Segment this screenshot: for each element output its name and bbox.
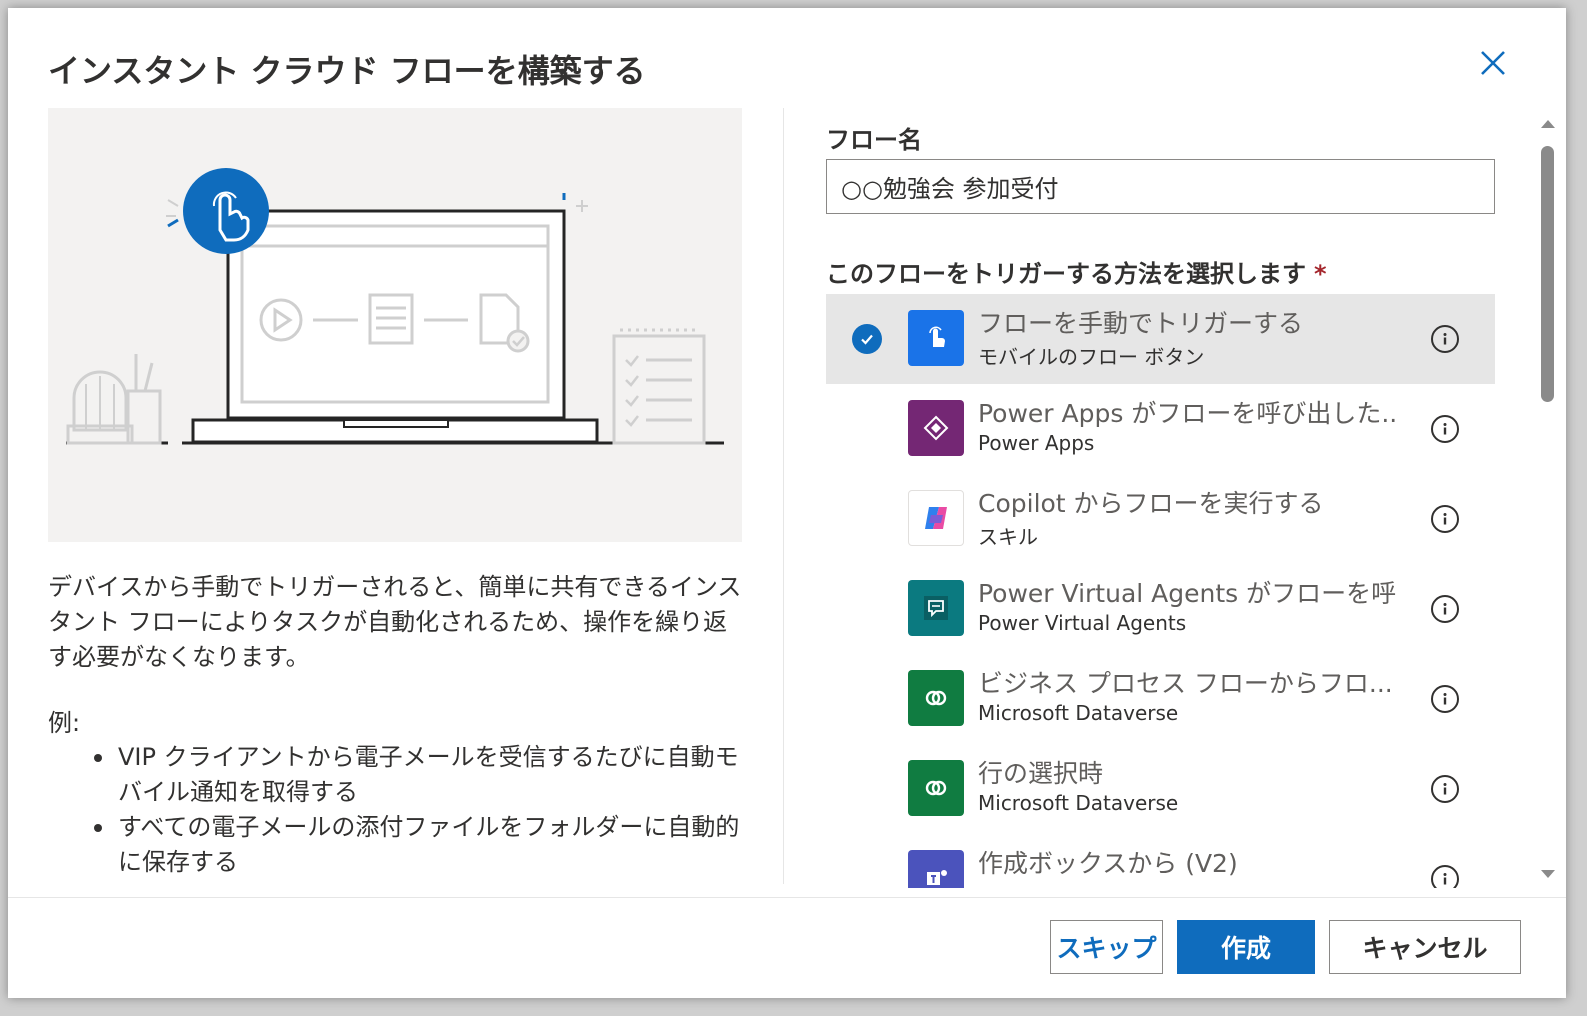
right-panel: フロー名 このフローをトリガーする方法を選択します * フローを手動でトリガーする… xyxy=(826,108,1516,888)
copilot-icon xyxy=(908,490,964,546)
flow-name-input[interactable] xyxy=(826,159,1495,214)
trigger-label-text: このフローをトリガーする方法を選択します xyxy=(826,260,1306,288)
info-icon[interactable] xyxy=(1431,775,1459,803)
dialog-title: インスタント クラウド フローを構築する xyxy=(48,52,646,90)
close-button[interactable] xyxy=(1476,46,1510,80)
example-list: VIP クライアントから電子メールを受信するたびに自動モバイル通知を取得する す… xyxy=(48,740,742,880)
info-icon[interactable] xyxy=(1431,595,1459,623)
power-apps-icon xyxy=(908,400,964,456)
trigger-label: このフローをトリガーする方法を選択します * xyxy=(826,254,1327,289)
scroll-down-arrow-icon[interactable] xyxy=(1538,866,1558,882)
list-item: すべての電子メールの添付ファイルをフォルダーに自動的に保存する xyxy=(94,810,742,880)
scrollbar-thumb[interactable] xyxy=(1541,146,1554,402)
flow-name-label: フロー名 xyxy=(826,126,922,154)
trigger-option-row-selected[interactable]: 行の選択時 Microsoft Dataverse xyxy=(826,744,1495,834)
dataverse-icon xyxy=(908,670,964,726)
trigger-option-manual[interactable]: フローを手動でトリガーする モバイルのフロー ボタン xyxy=(826,294,1495,384)
trigger-option-power-virtual-agents[interactable]: Power Virtual Agents がフローを呼... Power Vir… xyxy=(826,564,1495,654)
trigger-subtitle: モバイルのフロー ボタン xyxy=(978,345,1205,369)
trigger-title: 作成ボックスから (V2) xyxy=(978,849,1238,878)
info-icon[interactable] xyxy=(1431,865,1459,888)
create-button[interactable]: 作成 xyxy=(1177,920,1315,974)
trigger-subtitle: Power Virtual Agents xyxy=(978,611,1187,635)
power-virtual-agents-icon xyxy=(908,580,964,636)
build-instant-flow-dialog: インスタント クラウド フローを構築する デバイスから手動でトリガーされると、簡… xyxy=(8,8,1566,998)
trigger-option-compose-box[interactable]: 作成ボックスから (V2) xyxy=(826,834,1495,888)
trigger-title: フローを手動でトリガーする xyxy=(978,309,1304,338)
info-icon[interactable] xyxy=(1431,325,1459,353)
dialog-description: デバイスから手動でトリガーされると、簡単に共有できるインスタント フローによりタ… xyxy=(48,573,742,671)
trigger-title: 行の選択時 xyxy=(978,759,1104,788)
dataverse-icon xyxy=(908,760,964,816)
trigger-title: Power Virtual Agents がフローを呼... xyxy=(978,579,1398,608)
list-item: VIP クライアントから電子メールを受信するたびに自動モバイル通知を取得する xyxy=(94,740,742,810)
checkmark-icon xyxy=(852,324,882,354)
cancel-button[interactable]: キャンセル xyxy=(1329,920,1521,974)
close-icon xyxy=(1481,51,1505,75)
trigger-list-scrollbar[interactable] xyxy=(1538,116,1558,886)
info-icon[interactable] xyxy=(1431,505,1459,533)
instant-flow-illustration xyxy=(48,108,742,542)
trigger-option-copilot[interactable]: Copilot からフローを実行する スキル xyxy=(826,474,1495,564)
scroll-up-arrow-icon[interactable] xyxy=(1538,116,1558,132)
trigger-title: ビジネス プロセス フローからフロ... xyxy=(978,669,1393,698)
trigger-subtitle: スキル xyxy=(978,525,1038,549)
column-divider xyxy=(783,108,784,884)
info-icon[interactable] xyxy=(1431,415,1459,443)
footer-divider xyxy=(8,897,1566,898)
trigger-title: Power Apps がフローを呼び出した... xyxy=(978,399,1398,428)
skip-button[interactable]: スキップ xyxy=(1050,920,1163,974)
trigger-title: Copilot からフローを実行する xyxy=(978,489,1324,518)
example-label: 例: xyxy=(48,709,81,737)
trigger-option-business-process-flow[interactable]: ビジネス プロセス フローからフロ... Microsoft Dataverse xyxy=(826,654,1495,744)
trigger-option-power-apps[interactable]: Power Apps がフローを呼び出した... Power Apps xyxy=(826,384,1495,474)
info-icon[interactable] xyxy=(1431,685,1459,713)
trigger-subtitle: Microsoft Dataverse xyxy=(978,791,1179,815)
hand-tap-icon xyxy=(908,310,964,366)
trigger-subtitle: Microsoft Dataverse xyxy=(978,701,1179,725)
trigger-subtitle: Power Apps xyxy=(978,431,1095,455)
required-mark: * xyxy=(1314,260,1327,288)
teams-icon xyxy=(908,850,964,888)
